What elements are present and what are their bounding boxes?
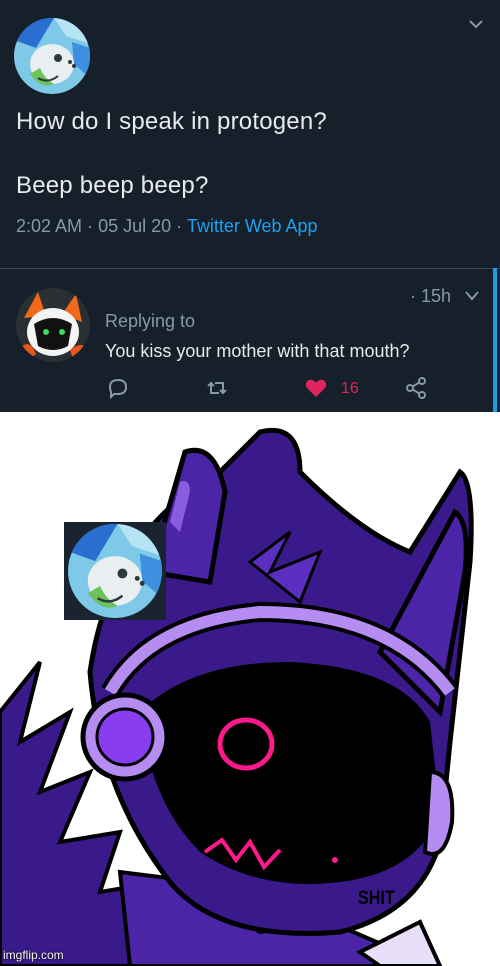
- tweet-source-link[interactable]: Twitter Web App: [187, 216, 318, 236]
- replying-to-label[interactable]: Replying to: [105, 311, 195, 332]
- meta-separator: ·: [176, 216, 183, 236]
- scrollbar[interactable]: [493, 268, 497, 412]
- tweet-text-line-2: Beep beep beep?: [16, 172, 209, 199]
- heart-icon[interactable]: [304, 376, 328, 400]
- tweet-time: 2:02 AM: [16, 216, 83, 236]
- reply-avatar[interactable]: [16, 288, 90, 362]
- protogen-artwork: SHIT imgflip.com: [0, 412, 500, 966]
- chevron-down-icon[interactable]: [464, 290, 480, 302]
- like-count: 16: [341, 380, 359, 397]
- reply-icon[interactable]: [106, 376, 130, 400]
- meme-caption: SHIT: [358, 888, 395, 909]
- watermark: imgflip.com: [3, 948, 64, 962]
- retweet-icon[interactable]: [205, 376, 229, 400]
- chevron-down-icon[interactable]: [468, 16, 484, 32]
- avatar[interactable]: [14, 18, 90, 94]
- tweet-panel: How do I speak in protogen? Beep beep be…: [0, 0, 500, 412]
- reply-text: You kiss your mother with that mouth?: [105, 341, 410, 361]
- tweet-date: 05 Jul 20: [98, 216, 172, 236]
- protogen-character-image: [0, 428, 474, 966]
- tweet-meta: 2:02 AM · 05 Jul 20 · Twitter Web App: [16, 216, 318, 237]
- reply-time: · 15h: [410, 286, 452, 306]
- share-icon[interactable]: [404, 376, 428, 400]
- tweet-text-line-1: How do I speak in protogen?: [16, 108, 327, 135]
- meta-separator: ·: [87, 216, 94, 236]
- inset-avatar: [64, 522, 166, 620]
- divider: [0, 268, 500, 269]
